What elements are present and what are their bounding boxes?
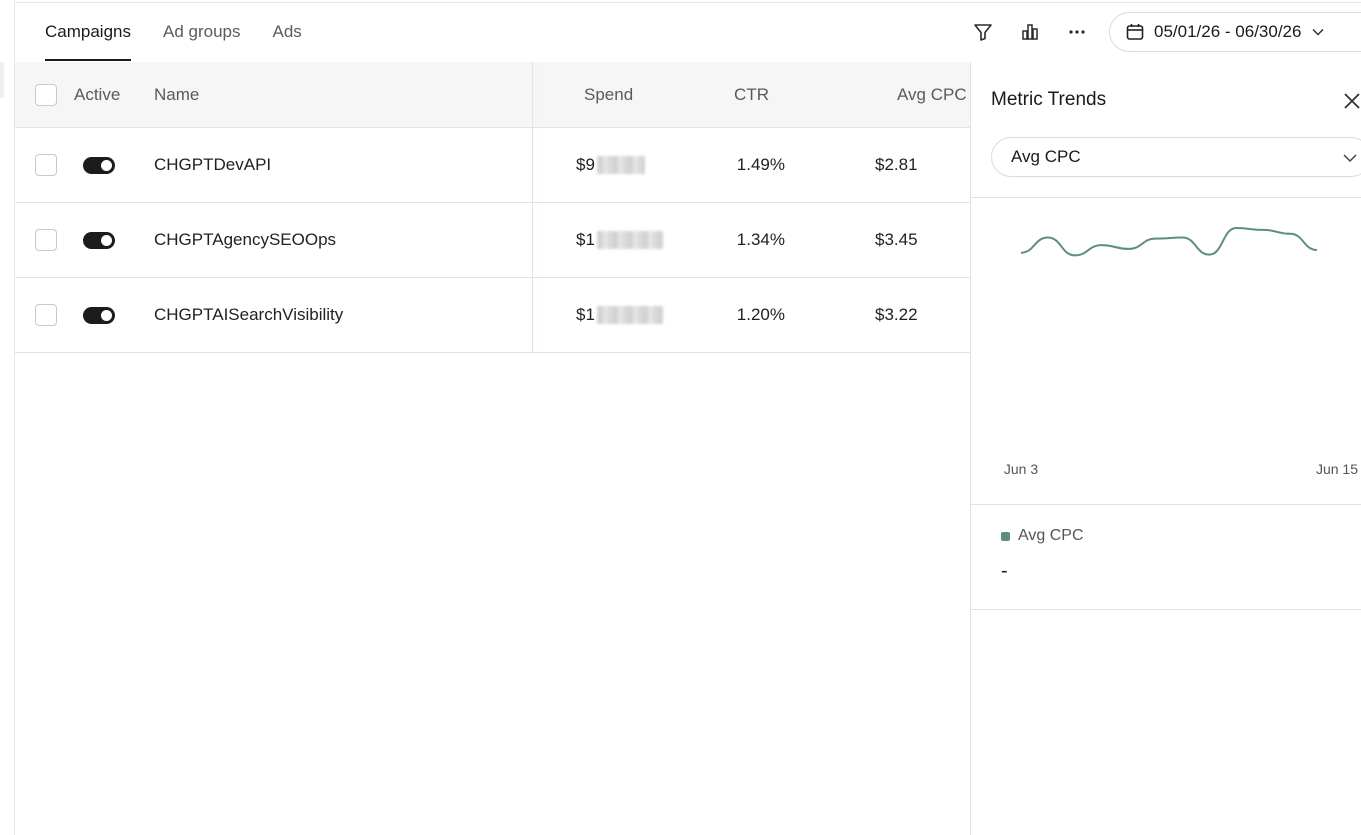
metric-trends-panel: Metric Trends Avg CPC Jun 3 Jun 15 Avg CP… <box>970 62 1361 835</box>
column-header-name[interactable]: Name <box>154 62 199 127</box>
row-checkbox[interactable] <box>35 304 57 326</box>
sidebar-nub <box>0 62 4 98</box>
table-header: Active Name Spend CTR Avg CPC <box>15 62 970 128</box>
tab-bar: Campaigns Ad groups Ads <box>15 3 334 61</box>
column-header-avg-cpc[interactable]: Avg CPC <box>897 62 967 127</box>
avg-cpc-trend-chart: Jun 3 Jun 15 <box>1004 226 1358 477</box>
sticky-column-divider <box>532 128 533 202</box>
table-row[interactable]: CHGPTAgencySEOOps $1 1.34% $3.45 <box>15 203 970 278</box>
column-header-spend[interactable]: Spend <box>584 62 633 127</box>
redacted-value <box>596 156 645 174</box>
sticky-column-divider <box>532 62 533 127</box>
redacted-value <box>596 231 663 249</box>
active-toggle[interactable] <box>83 156 115 174</box>
row-checkbox[interactable] <box>35 229 57 251</box>
tab-ads[interactable]: Ads <box>273 3 302 61</box>
ctr-value: 1.34% <box>736 230 785 249</box>
avg-cpc-value: $2.81 <box>875 155 918 174</box>
close-icon[interactable] <box>1341 88 1361 114</box>
legend-label: Avg CPC <box>1018 527 1084 544</box>
sticky-column-divider <box>532 278 533 352</box>
x-tick-label: Jun 3 <box>1004 461 1038 477</box>
select-all-checkbox[interactable] <box>35 83 57 106</box>
tab-campaigns[interactable]: Campaigns <box>45 3 131 61</box>
chevron-down-icon <box>1343 154 1357 163</box>
active-toggle[interactable] <box>83 306 115 324</box>
campaign-name[interactable]: CHGPTAISearchVisibility <box>154 278 343 352</box>
campaign-name[interactable]: CHGPTAgencySEOOps <box>154 203 336 277</box>
series-line-avg-cpc <box>1020 226 1318 257</box>
chevron-down-icon <box>1312 28 1324 36</box>
legend-swatch <box>1001 531 1010 541</box>
spend-value: $9 <box>576 128 645 202</box>
avg-cpc-value: $3.22 <box>875 305 918 324</box>
filter-icon[interactable] <box>968 17 998 47</box>
metric-select-value: Avg CPC <box>1011 147 1081 166</box>
bar-chart-icon[interactable] <box>1015 17 1045 47</box>
sticky-column-divider <box>532 203 533 277</box>
campaign-name[interactable]: CHGPTDevAPI <box>154 128 271 202</box>
tab-ad-groups[interactable]: Ad groups <box>163 3 241 61</box>
toolbar: 05/01/26 - 06/30/26 <box>968 12 1361 52</box>
left-frame <box>0 0 15 835</box>
spend-prefix: $1 <box>576 305 595 324</box>
ctr-value: 1.49% <box>736 155 785 174</box>
spend-value: $1 <box>576 278 663 352</box>
column-header-ctr[interactable]: CTR <box>715 62 769 127</box>
calendar-icon <box>1126 24 1144 40</box>
spend-prefix: $1 <box>576 230 595 249</box>
metric-select[interactable]: Avg CPC <box>991 137 1361 177</box>
table-row[interactable]: CHGPTDevAPI $9 1.49% $2.81 <box>15 128 970 203</box>
column-header-active[interactable]: Active <box>74 62 120 127</box>
active-toggle[interactable] <box>83 231 115 249</box>
spend-value: $1 <box>576 203 663 277</box>
chart-legend: Avg CPC <box>1001 527 1084 545</box>
campaigns-table: Active Name Spend CTR Avg CPC CHGPTDevAP… <box>15 62 970 353</box>
x-tick-label: Jun 15 <box>1316 461 1358 477</box>
more-icon[interactable] <box>1062 17 1092 47</box>
divider <box>971 609 1361 610</box>
spend-prefix: $9 <box>576 155 595 174</box>
avg-cpc-value: $3.45 <box>875 230 918 249</box>
panel-title: Metric Trends <box>991 89 1107 110</box>
table-row[interactable]: CHGPTAISearchVisibility $1 1.20% $3.22 <box>15 278 970 353</box>
divider <box>971 504 1361 505</box>
row-checkbox[interactable] <box>35 154 57 176</box>
ctr-value: 1.20% <box>736 305 785 324</box>
date-range-button[interactable]: 05/01/26 - 06/30/26 <box>1109 12 1361 52</box>
legend-value: - <box>1001 560 1008 582</box>
redacted-value <box>596 306 663 324</box>
date-range-label: 05/01/26 - 06/30/26 <box>1154 22 1302 41</box>
